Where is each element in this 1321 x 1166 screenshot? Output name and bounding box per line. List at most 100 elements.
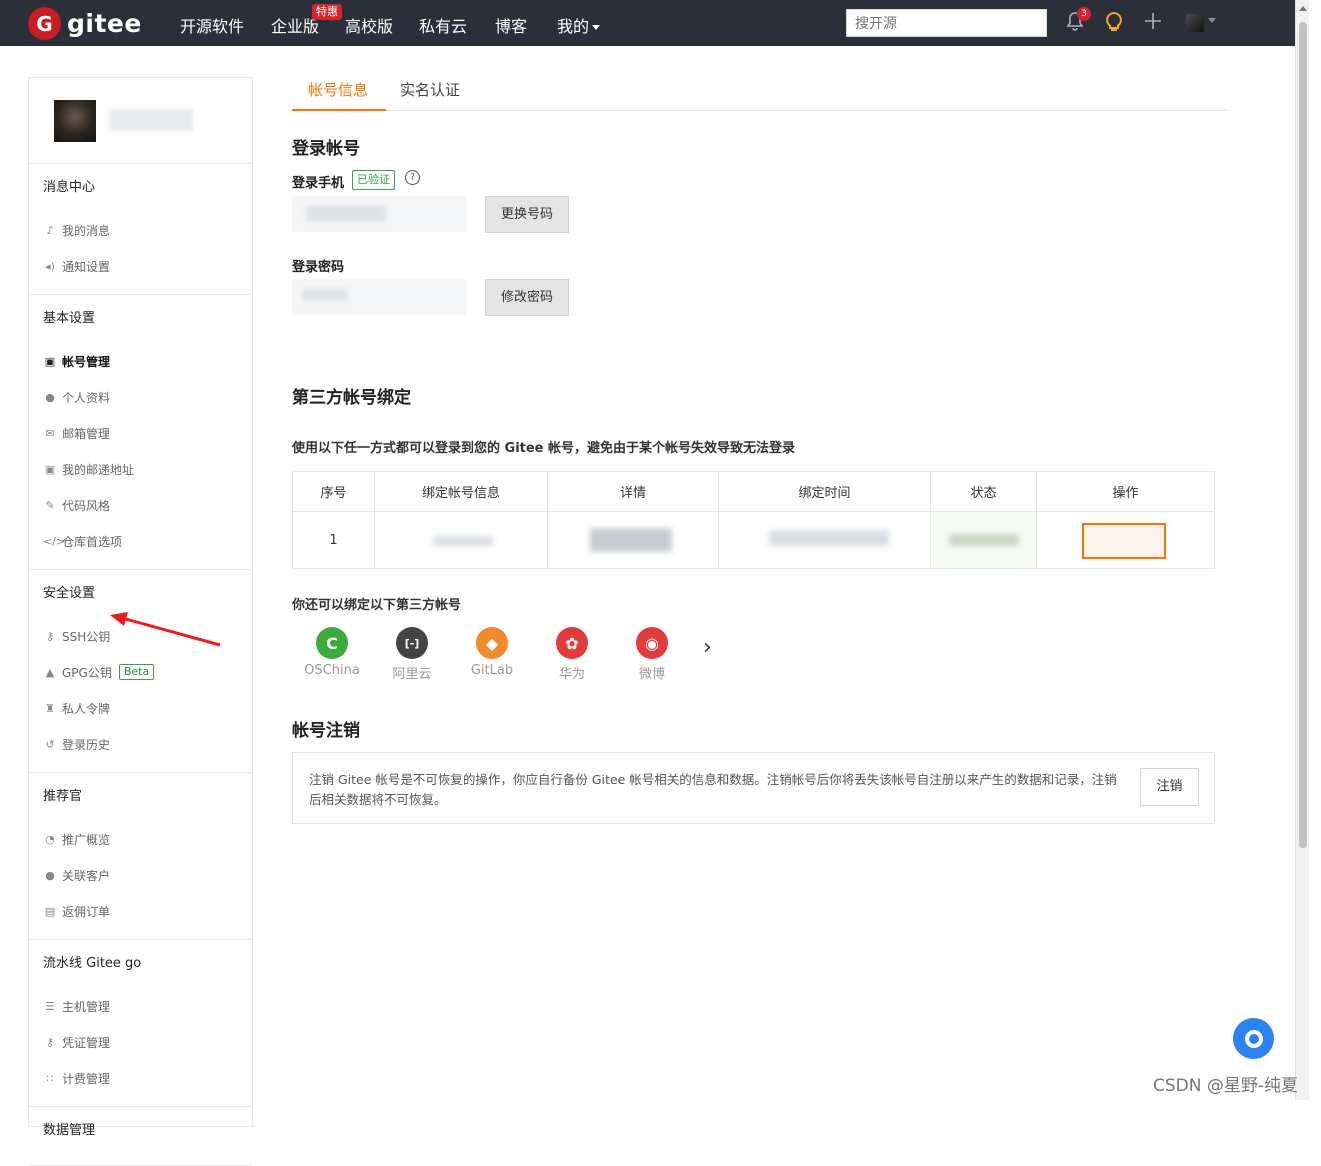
provider-gitlab[interactable]: ◆ GitLab xyxy=(462,627,522,678)
row-index: 1 xyxy=(293,512,375,568)
blurred-value xyxy=(433,536,493,546)
scroll-thumb[interactable] xyxy=(1299,22,1307,848)
server-icon: ☰ xyxy=(45,999,55,1013)
beta-badge: Beta xyxy=(118,664,155,680)
sidebar-item-credentials[interactable]: ⚷ 凭证管理 xyxy=(29,1024,252,1060)
main-content: 帐号信息 实名认证 xyxy=(292,65,1228,111)
avatar-caret-icon[interactable] xyxy=(1208,18,1216,23)
bound-account-info xyxy=(375,512,548,568)
tab-account-info[interactable]: 帐号信息 xyxy=(308,79,368,100)
table-row: 1 xyxy=(293,512,1214,568)
nav-private-cloud[interactable]: 私有云 xyxy=(419,13,467,37)
provider-weibo[interactable]: ◉ 微博 xyxy=(622,627,682,682)
blurred-value xyxy=(949,534,1019,546)
sidebar-item-account[interactable]: ▣ 帐号管理 xyxy=(29,343,252,379)
sidebar-item-email[interactable]: ✉ 邮箱管理 xyxy=(29,415,252,451)
more-providers-title: 你还可以绑定以下第三方帐号 xyxy=(292,598,462,613)
settings-sidebar: 消息中心 ♪ 我的消息 ◂) 通知设置 基本设置 ▣ 帐号管理 ● 个人资料 ✉ 邮箱管理… xyxy=(28,77,253,1166)
nav-open-source[interactable]: 开源软件 xyxy=(180,13,244,37)
login-phone-label: 登录手机 xyxy=(292,176,345,191)
sidebar-item-label: 推广概览 xyxy=(62,832,111,847)
provider-aliyun[interactable]: [-] 阿里云 xyxy=(382,627,442,682)
column-header: 绑定帐号信息 xyxy=(375,472,548,511)
sidebar-item-label: 仓库首选项 xyxy=(62,534,123,549)
gitee-logo-icon: G xyxy=(28,7,61,40)
aliyun-icon: [-] xyxy=(396,627,428,659)
csdn-watermark: CSDN @星野-纯夏 xyxy=(1153,1076,1299,1096)
nav-mine[interactable]: 我的 xyxy=(557,13,601,37)
sidebar-item-billing[interactable]: ∷ 计费管理 xyxy=(29,1060,252,1096)
lightbulb-icon[interactable] xyxy=(1104,11,1124,38)
gitee-logo[interactable]: G gitee xyxy=(28,7,142,40)
sidebar-item-label: 邮箱管理 xyxy=(62,426,111,441)
third-party-note: 使用以下任一方式都可以登录到您的 Gitee 帐号，避免由于某个帐号失效导致无法… xyxy=(292,441,796,456)
table-header: 序号 绑定帐号信息 详情 绑定时间 状态 操作 xyxy=(293,472,1214,512)
sidebar-section-data: 数据管理 xyxy=(29,1107,252,1166)
sidebar-item-hosts[interactable]: ☰ 主机管理 xyxy=(29,988,252,1024)
cancel-account-button[interactable]: 注销 xyxy=(1140,768,1199,806)
bound-account-details xyxy=(548,512,719,568)
sidebar-item-notification-settings[interactable]: ◂) 通知设置 xyxy=(29,248,252,284)
sidebar-item-label: 代码风格 xyxy=(62,498,111,513)
sidebar-item-profile[interactable]: ● 个人资料 xyxy=(29,379,252,415)
sidebar-item-label: 关联客户 xyxy=(62,868,111,883)
sidebar-item-code-style[interactable]: ✎ 代码风格 xyxy=(29,487,252,523)
grid-dots-icon: ∷ xyxy=(46,1071,54,1085)
sidebar-item-label: 我的邮递地址 xyxy=(62,462,135,477)
sidebar-item-label: 私人令牌 xyxy=(62,701,111,716)
lock-icon: ▲ xyxy=(45,665,55,679)
code-icon: </> xyxy=(43,534,66,548)
huawei-icon: ✿ xyxy=(556,627,588,659)
cancel-account-title: 帐号注销 xyxy=(292,721,360,741)
gauge-icon: ◔ xyxy=(45,832,55,846)
key-icon: ⚷ xyxy=(45,1035,55,1049)
scroll-up-arrow-icon[interactable] xyxy=(1299,6,1307,11)
sidebar-section-basic: 基本设置 ▣ 帐号管理 ● 个人资料 ✉ 邮箱管理 ▣ 我的邮递地址 ✎ 代码风格 </>… xyxy=(29,295,252,570)
user-link-icon: ● xyxy=(45,868,55,882)
sidebar-section-title: 流水线 Gitee go xyxy=(43,956,142,971)
bound-time xyxy=(719,512,931,568)
verified-badge: 已验证 xyxy=(352,170,395,190)
help-icon[interactable]: ? xyxy=(405,170,420,185)
chevron-right-icon[interactable]: › xyxy=(703,635,712,660)
sidebar-item-address[interactable]: ▣ 我的邮递地址 xyxy=(29,451,252,487)
oschina-icon: C xyxy=(316,627,348,659)
sidebar-item-label: 个人资料 xyxy=(62,390,111,405)
unbind-button[interactable] xyxy=(1082,523,1166,559)
tab-real-name[interactable]: 实名认证 xyxy=(400,79,460,100)
sidebar-item-label: 计费管理 xyxy=(62,1071,111,1086)
blurred-value xyxy=(590,528,672,552)
floating-help-button[interactable] xyxy=(1233,1018,1274,1059)
sidebar-section-messages: 消息中心 ♪ 我的消息 ◂) 通知设置 xyxy=(29,164,252,295)
sidebar-item-my-messages[interactable]: ♪ 我的消息 xyxy=(29,212,252,248)
user-avatar[interactable] xyxy=(1186,14,1204,32)
sidebar-item-label: 帐号管理 xyxy=(62,354,111,369)
user-icon: ● xyxy=(45,390,55,404)
plus-icon[interactable] xyxy=(1144,11,1162,35)
nav-blog[interactable]: 博客 xyxy=(495,13,527,37)
profile-avatar[interactable] xyxy=(54,100,96,142)
provider-label: 阿里云 xyxy=(392,667,432,682)
search-input[interactable] xyxy=(846,9,1047,37)
nav-mine-label: 我的 xyxy=(557,17,590,36)
token-icon: ♜ xyxy=(45,701,55,715)
mail-icon: ✉ xyxy=(45,426,55,440)
sidebar-item-repo-prefs[interactable]: </> 仓库首选项 xyxy=(29,523,252,559)
sidebar-item-linked-customers[interactable]: ● 关联客户 xyxy=(29,857,252,893)
password-field xyxy=(292,279,467,315)
sidebar-item-login-history[interactable]: ↺ 登录历史 xyxy=(29,726,252,762)
active-tab-underline xyxy=(292,109,386,111)
sidebar-item-label: GPG公钥 xyxy=(62,665,112,680)
change-password-button[interactable]: 修改密码 xyxy=(485,279,569,316)
sidebar-item-gpg-keys[interactable]: ▲ GPG公钥 Beta xyxy=(29,654,252,690)
nav-education[interactable]: 高校版 xyxy=(345,13,393,37)
change-phone-button[interactable]: 更换号码 xyxy=(485,196,569,233)
sidebar-item-referral-overview[interactable]: ◔ 推广概览 xyxy=(29,821,252,857)
sidebar-item-tokens[interactable]: ♜ 私人令牌 xyxy=(29,690,252,726)
sidebar-item-commission-orders[interactable]: ▤ 返佣订单 xyxy=(29,893,252,929)
provider-huawei[interactable]: ✿ 华为 xyxy=(542,627,602,682)
page-scrollbar[interactable] xyxy=(1295,0,1309,1100)
profile-name-blurred xyxy=(109,109,193,131)
provider-oschina[interactable]: C OSChina xyxy=(302,627,362,678)
provider-label: GitLab xyxy=(470,663,514,678)
